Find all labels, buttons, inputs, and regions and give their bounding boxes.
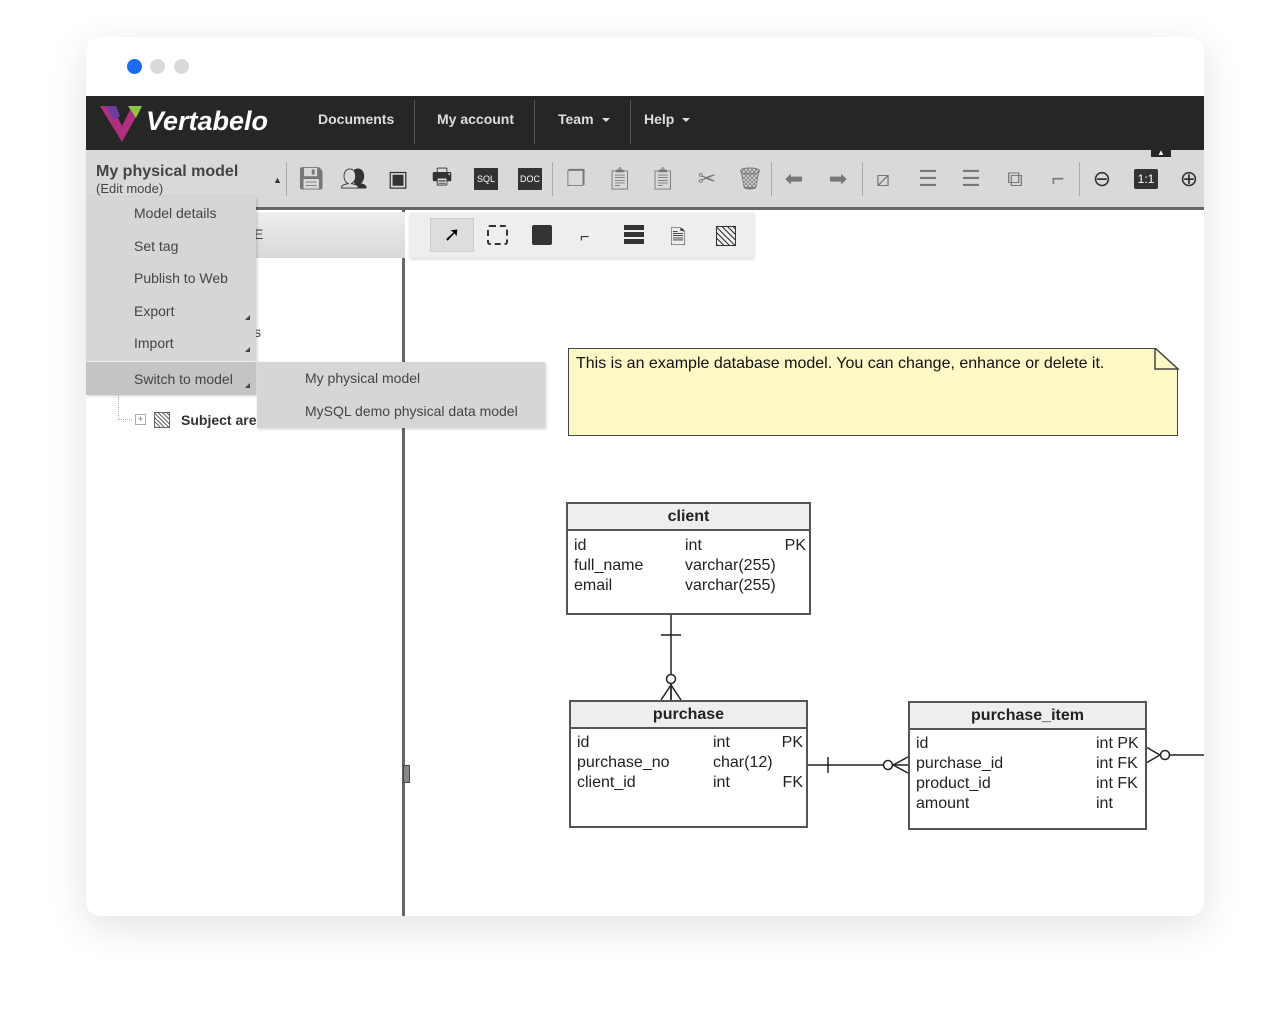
diagram-note[interactable]: This is an example database model. You c… xyxy=(568,348,1178,436)
note-fold-icon xyxy=(1154,348,1180,370)
column-type: int xyxy=(713,734,730,751)
table-purchase-item[interactable]: purchase_item id int PK purchase_id int … xyxy=(908,701,1147,830)
column-name: purchase_id xyxy=(916,755,1004,772)
column-type: int xyxy=(685,537,702,554)
column-name: email xyxy=(574,577,613,594)
column-name: id xyxy=(577,734,590,751)
column-name: purchase_no xyxy=(577,754,670,771)
column-name: client_id xyxy=(577,774,636,791)
app-window: Vertabelo Documents My account Team Help… xyxy=(86,37,1204,916)
column-type: int xyxy=(1096,795,1113,812)
column-key: PK xyxy=(784,537,806,554)
column-type: varchar(255) xyxy=(685,557,776,574)
column-type: char(12) xyxy=(713,754,773,771)
column-type: int PK xyxy=(1096,735,1139,752)
note-text: This is an example database model. You c… xyxy=(576,355,1105,372)
column-type: int FK xyxy=(1096,775,1138,792)
column-key: PK xyxy=(781,734,803,751)
table-purchase[interactable]: purchase id int PK purchase_no char(12) … xyxy=(569,700,808,828)
column-type: int FK xyxy=(1096,755,1138,772)
column-type: varchar(255) xyxy=(685,577,776,594)
table-title: purchase_item xyxy=(910,703,1145,730)
table-client[interactable]: client id int PK full_name varchar(255) … xyxy=(566,502,811,615)
column-name: product_id xyxy=(916,775,991,792)
column-type: int xyxy=(713,774,730,791)
column-name: amount xyxy=(916,795,970,812)
column-name: id xyxy=(574,537,587,554)
column-key: FK xyxy=(782,774,803,791)
table-title: client xyxy=(568,504,809,531)
table-title: purchase xyxy=(571,702,806,729)
column-name: id xyxy=(916,735,929,752)
column-name: full_name xyxy=(574,557,644,574)
